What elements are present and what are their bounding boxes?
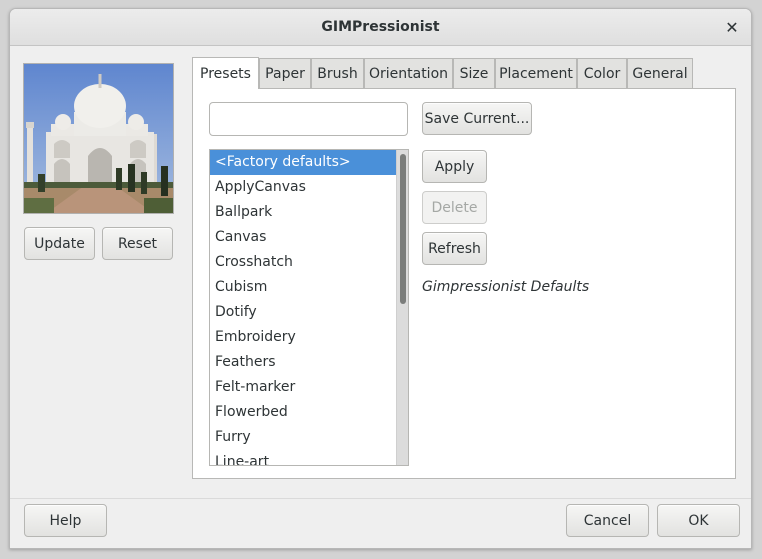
help-button[interactable]: Help [24,504,107,537]
apply-button[interactable]: Apply [422,150,487,183]
tab-general[interactable]: General [627,58,693,89]
taj-mahal-preview [23,63,174,214]
delete-button[interactable]: Delete [422,191,487,224]
presets-list-items: <Factory defaults> ApplyCanvas Ballpark Can… [210,150,408,465]
update-button[interactable]: Update [24,227,95,260]
list-item[interactable]: Cubism [210,275,396,300]
list-item[interactable]: Dotify [210,300,396,325]
list-item[interactable]: Crosshatch [210,250,396,275]
tab-orientation[interactable]: Orientation [364,58,453,89]
tab-brush[interactable]: Brush [311,58,364,89]
preset-name-input[interactable] [209,102,408,136]
list-scrollbar[interactable] [396,150,408,465]
save-current-button[interactable]: Save Current... [422,102,532,135]
list-item[interactable]: Furry [210,425,396,450]
list-item[interactable]: <Factory defaults> [210,150,396,175]
title-bar[interactable]: GIMPressionist ✕ [10,9,751,46]
window-title: GIMPressionist [321,19,440,35]
list-item[interactable]: Feathers [210,350,396,375]
footer-separator [10,498,751,499]
tab-presets[interactable]: Presets [192,57,259,89]
tab-color[interactable]: Color [577,58,627,89]
tab-paper[interactable]: Paper [259,58,311,89]
list-item[interactable]: Line-art [210,450,396,465]
gimpressionist-dialog: GIMPressionist ✕ Update Reset Presets Pa… [9,8,752,549]
list-item[interactable]: Ballpark [210,200,396,225]
tab-placement[interactable]: Placement [495,58,577,89]
preset-description: Gimpressionist Defaults [422,279,590,295]
close-icon[interactable]: ✕ [721,17,743,39]
list-item[interactable]: Flowerbed [210,400,396,425]
tab-size[interactable]: Size [453,58,495,89]
scrollbar-thumb[interactable] [400,154,406,304]
list-item[interactable]: Felt-marker [210,375,396,400]
reset-button[interactable]: Reset [102,227,173,260]
preview-image [24,64,173,213]
list-item[interactable]: Canvas [210,225,396,250]
refresh-button[interactable]: Refresh [422,232,487,265]
ok-button[interactable]: OK [657,504,740,537]
cancel-button[interactable]: Cancel [566,504,649,537]
list-item[interactable]: Embroidery [210,325,396,350]
presets-list[interactable]: <Factory defaults> ApplyCanvas Ballpark Can… [209,149,409,466]
list-item[interactable]: ApplyCanvas [210,175,396,200]
